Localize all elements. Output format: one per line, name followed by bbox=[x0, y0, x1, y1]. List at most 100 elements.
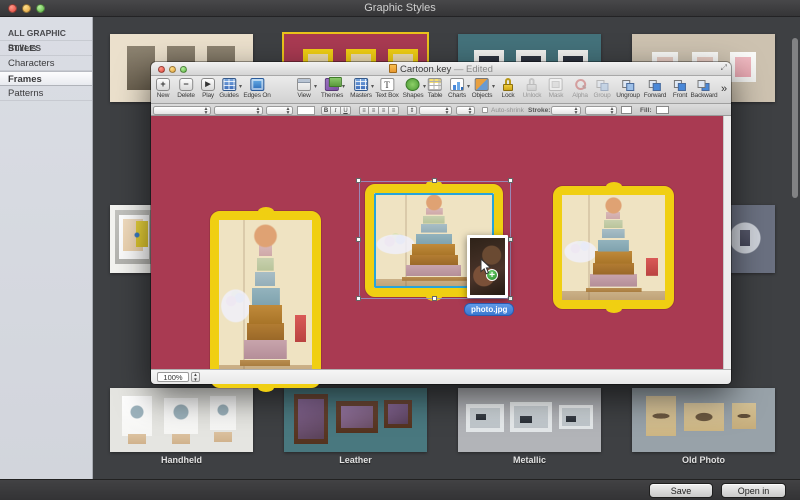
fill-label: Fill: bbox=[640, 107, 652, 114]
new-button[interactable]: +New bbox=[156, 78, 170, 99]
front-icon bbox=[673, 78, 687, 91]
unlock-button[interactable]: Unlock bbox=[523, 78, 542, 99]
selection-handle-bottom-left[interactable] bbox=[356, 296, 361, 301]
zoom-level-control[interactable]: 100% bbox=[157, 372, 189, 382]
stepper-icon: ▲▼ bbox=[609, 107, 615, 115]
forward-button[interactable]: Forward bbox=[644, 78, 666, 99]
group-button[interactable]: Group bbox=[593, 78, 610, 99]
backward-button[interactable]: Backward bbox=[691, 78, 718, 99]
text-color-well[interactable] bbox=[297, 106, 315, 115]
stroke-style-popup[interactable]: ▲▼ bbox=[551, 106, 581, 115]
canvas-scroll-gutter[interactable] bbox=[723, 116, 731, 369]
forward-icon bbox=[648, 78, 662, 91]
square-front bbox=[600, 83, 608, 91]
font-family-popup[interactable]: ▲▼ bbox=[153, 106, 211, 115]
stepper-icon: ▲▼ bbox=[285, 107, 291, 115]
mask-button[interactable]: Mask bbox=[549, 78, 564, 99]
stroke-width-popup[interactable]: ▲▼ bbox=[585, 106, 617, 115]
themes-icon: ▾ bbox=[325, 78, 339, 91]
view-button[interactable]: ▾View bbox=[297, 78, 311, 99]
underline-button[interactable]: U bbox=[341, 106, 351, 115]
ungroup-button[interactable]: Ungroup bbox=[616, 78, 640, 99]
chevron-down-icon: ▾ bbox=[239, 83, 242, 90]
thumbnail-label: Old Photo bbox=[632, 455, 775, 465]
square-front bbox=[626, 83, 634, 91]
group-icon bbox=[595, 78, 609, 91]
keynote-status-bar: 100% ▲▼ bbox=[151, 369, 731, 384]
guides-button[interactable]: ▾Guides bbox=[219, 78, 238, 99]
selection-handle-bottom-right[interactable] bbox=[508, 296, 513, 301]
style-thumbnail-handheld[interactable] bbox=[110, 388, 253, 452]
selection-handle-top-right[interactable] bbox=[508, 178, 513, 183]
table-button[interactable]: Table bbox=[428, 78, 443, 99]
resize-icon[interactable]: ⤢ bbox=[721, 63, 727, 73]
charts-button[interactable]: ▾Charts bbox=[448, 78, 466, 99]
thumbnail-label: Leather bbox=[284, 455, 427, 465]
auto-shrink-checkbox[interactable] bbox=[482, 107, 488, 113]
shapes-button[interactable]: ▾Shapes bbox=[403, 78, 424, 99]
stroke-color-well[interactable] bbox=[621, 106, 632, 114]
front-button[interactable]: Front bbox=[673, 78, 687, 99]
text-box-button[interactable]: TText Box bbox=[375, 78, 398, 99]
style-thumbnail-leather[interactable] bbox=[284, 388, 427, 452]
play-icon: ▶ bbox=[201, 78, 215, 91]
stroke-label: Stroke: bbox=[528, 107, 550, 114]
framed-photo-right[interactable] bbox=[553, 186, 674, 309]
align-right-button[interactable]: ≡ bbox=[379, 106, 389, 115]
bold-button[interactable]: B bbox=[321, 106, 331, 115]
align-center-button[interactable]: ≡ bbox=[369, 106, 379, 115]
toolbar-overflow-button[interactable]: » bbox=[721, 78, 727, 100]
lock-body bbox=[527, 84, 537, 91]
delete-button[interactable]: −Delete bbox=[177, 78, 195, 99]
sidebar-item-all-graphic-styles[interactable]: ALL GRAPHIC STYLES bbox=[0, 26, 92, 41]
footer-bar: Save Open in Keynote bbox=[0, 479, 800, 500]
mask-icon bbox=[549, 78, 563, 91]
font-size-combo[interactable]: ▲▼ bbox=[266, 106, 293, 115]
cake-photo bbox=[562, 195, 665, 300]
italic-button[interactable]: I bbox=[331, 106, 341, 115]
view-window-icon: ▾ bbox=[297, 78, 311, 91]
line-spacing-icon[interactable]: ⇕ bbox=[407, 106, 417, 115]
bar-chart-icon: ▾ bbox=[450, 78, 464, 91]
alpha-button[interactable]: Alpha bbox=[572, 78, 588, 99]
keynote-titlebar[interactable]: Cartoon.key — Edited ⤢ bbox=[151, 62, 731, 76]
style-thumbnail-metallic[interactable] bbox=[458, 388, 601, 452]
font-typeface-popup[interactable]: ▲▼ bbox=[214, 106, 263, 115]
align-justify-button[interactable]: ≡ bbox=[389, 106, 399, 115]
list-style-popup[interactable]: ▲▼ bbox=[456, 106, 475, 115]
edges-on-button[interactable]: Edges On bbox=[243, 78, 270, 99]
fill-color-well[interactable] bbox=[656, 106, 669, 114]
style-thumbnail-oldphoto[interactable] bbox=[632, 388, 775, 452]
selection-handle-top-left[interactable] bbox=[356, 178, 361, 183]
cake-photo bbox=[219, 220, 312, 379]
selection-handle-top-center[interactable] bbox=[432, 178, 437, 183]
open-in-keynote-button[interactable]: Open in Keynote bbox=[721, 483, 786, 498]
lock-button[interactable]: Lock bbox=[501, 78, 515, 99]
document-name: Cartoon.key bbox=[400, 64, 451, 75]
masters-button[interactable]: ▾Masters bbox=[350, 78, 372, 99]
sidebar-item-frames[interactable]: Frames bbox=[0, 71, 92, 86]
app-title: Graphic Styles bbox=[0, 2, 800, 14]
objects-button[interactable]: ▾Objects bbox=[472, 78, 493, 99]
save-button[interactable]: Save bbox=[649, 483, 713, 498]
framed-photo-left[interactable] bbox=[210, 211, 321, 388]
document-icon bbox=[389, 64, 397, 73]
sidebar-item-bullets[interactable]: Bullets bbox=[0, 41, 92, 56]
play-button[interactable]: ▶Play bbox=[201, 78, 215, 99]
align-left-button[interactable]: ≡ bbox=[359, 106, 369, 115]
slide-canvas[interactable]: + photo.jpg bbox=[151, 116, 723, 369]
sidebar-item-patterns[interactable]: Patterns bbox=[0, 86, 92, 101]
window-title: Cartoon.key — Edited bbox=[151, 64, 731, 75]
selection-handle-bottom-center[interactable] bbox=[432, 296, 437, 301]
vertical-scrollbar[interactable] bbox=[792, 38, 798, 198]
keynote-window: Cartoon.key — Edited ⤢ +New −Delete ▶Pla… bbox=[151, 62, 731, 384]
line-spacing-popup[interactable]: ▲▼ bbox=[419, 106, 452, 115]
zoom-stepper[interactable]: ▲▼ bbox=[191, 372, 200, 382]
backward-icon bbox=[697, 78, 711, 91]
themes-button[interactable]: ▾Themes bbox=[321, 78, 343, 99]
sidebar-item-characters[interactable]: Characters bbox=[0, 56, 92, 71]
shapes-icon: ▾ bbox=[406, 78, 420, 91]
selection-handle-mid-left[interactable] bbox=[356, 237, 361, 242]
plus-icon: + bbox=[156, 78, 170, 91]
selection-handle-mid-right[interactable] bbox=[508, 237, 513, 242]
